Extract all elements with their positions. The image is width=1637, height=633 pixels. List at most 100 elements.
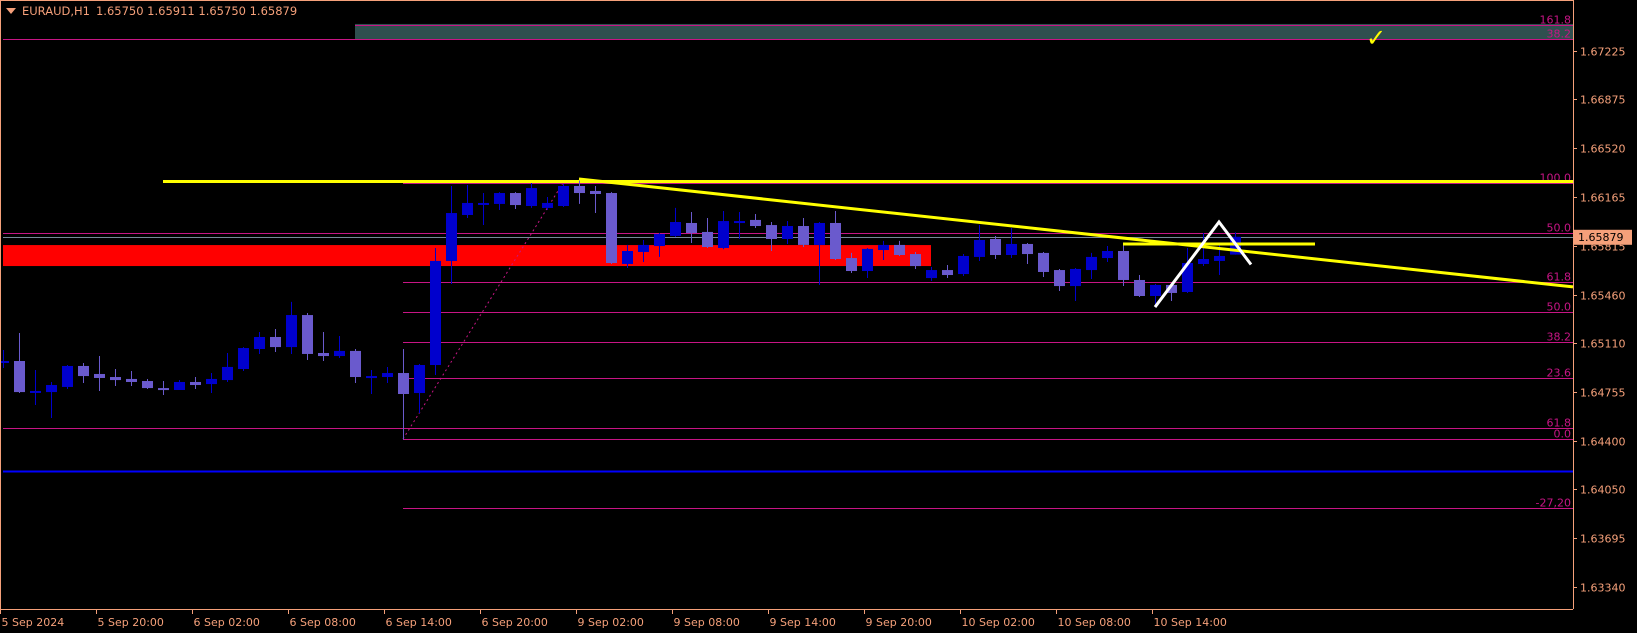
candle-body[interactable] <box>1070 268 1081 287</box>
candle-body[interactable] <box>1086 256 1097 271</box>
candle-body[interactable] <box>206 378 217 385</box>
candle-body[interactable] <box>1118 251 1129 280</box>
y-tick-label: 1.66165 <box>1580 192 1626 205</box>
candle-body[interactable] <box>478 202 489 205</box>
candle-body[interactable] <box>526 188 537 207</box>
candle-body[interactable] <box>158 388 169 391</box>
candle-body[interactable] <box>1102 251 1113 259</box>
candle-body[interactable] <box>990 238 1001 256</box>
candle-body[interactable] <box>142 381 153 389</box>
candle-body[interactable] <box>190 381 201 386</box>
candle-body[interactable] <box>414 365 425 394</box>
candle-body[interactable] <box>574 185 585 194</box>
candle-body[interactable] <box>910 254 921 267</box>
candle-body[interactable] <box>638 244 649 252</box>
x-tick-label: 6 Sep 14:00 <box>386 616 452 629</box>
x-tick-label: 6 Sep 08:00 <box>290 616 356 629</box>
y-tick-label: 1.67225 <box>1580 46 1626 59</box>
fib-level-label: -27,20 <box>1536 497 1571 510</box>
candle-body[interactable] <box>974 239 985 257</box>
candle-body[interactable] <box>222 366 233 381</box>
candle-body[interactable] <box>622 251 633 264</box>
candle-body[interactable] <box>494 193 505 204</box>
ohlc-readout: 1.65750 1.65911 1.65750 1.65879 <box>95 4 298 18</box>
y-tick-label: 1.66875 <box>1580 94 1626 107</box>
fib-level-label: 50.0 <box>1547 301 1572 314</box>
candle-body[interactable] <box>926 270 937 279</box>
x-tick-label: 9 Sep 02:00 <box>578 616 644 629</box>
candle-body[interactable] <box>270 336 281 348</box>
candle-body[interactable] <box>446 213 457 261</box>
price-chart[interactable]: 161.8100.061.850.038.223.60.0-27,2038.25… <box>0 0 1637 633</box>
y-tick-label: 1.66520 <box>1580 143 1626 156</box>
candle-body[interactable] <box>654 234 665 247</box>
candle-body[interactable] <box>334 350 345 357</box>
candle-body[interactable] <box>14 361 25 393</box>
red-zone[interactable] <box>3 245 931 267</box>
candle-body[interactable] <box>302 315 313 354</box>
candle-body[interactable] <box>1022 243 1033 255</box>
candle-body[interactable] <box>878 244 889 251</box>
candle-body[interactable] <box>1054 270 1065 287</box>
candle-body[interactable] <box>814 222 825 245</box>
candle-body[interactable] <box>350 350 361 378</box>
candle-body[interactable] <box>734 221 745 224</box>
candle-body[interactable] <box>1198 259 1209 264</box>
candle-body[interactable] <box>1006 243 1017 256</box>
candle-body[interactable] <box>318 353 329 357</box>
candle-body[interactable] <box>430 260 441 366</box>
candle-body[interactable] <box>590 190 601 194</box>
x-tick-label: 6 Sep 20:00 <box>482 616 548 629</box>
candle-body[interactable] <box>750 219 761 227</box>
candle-body[interactable] <box>30 390 41 393</box>
candle-body[interactable] <box>1134 279 1145 296</box>
candle-body[interactable] <box>62 365 73 387</box>
candle-body[interactable] <box>94 373 105 378</box>
candle-body[interactable] <box>830 222 841 260</box>
x-tick-label: 9 Sep 08:00 <box>674 616 740 629</box>
symbol-label: EURAUD,H1 <box>22 4 90 18</box>
candle-body[interactable] <box>78 365 89 377</box>
candle-body[interactable] <box>254 336 265 349</box>
candle-body[interactable] <box>174 381 185 390</box>
chart-header: EURAUD,H1 1.65750 1.65911 1.65750 1.6587… <box>6 4 297 18</box>
candle-body[interactable] <box>782 226 793 239</box>
candle-body[interactable] <box>286 315 297 348</box>
candle-body[interactable] <box>1038 252 1049 272</box>
candle-body[interactable] <box>894 244 905 256</box>
y-tick-label: 1.63340 <box>1580 582 1626 595</box>
candle-body[interactable] <box>942 270 953 276</box>
x-tick-label: 5 Sep 20:00 <box>98 616 164 629</box>
x-tick-label: 10 Sep 14:00 <box>1154 616 1227 629</box>
y-tick-label: 1.64050 <box>1580 484 1626 497</box>
candle-body[interactable] <box>238 348 249 370</box>
candle-body[interactable] <box>126 378 137 382</box>
candle-body[interactable] <box>1150 284 1161 296</box>
candle-body[interactable] <box>958 255 969 275</box>
candle-body[interactable] <box>382 373 393 378</box>
candle-body[interactable] <box>110 377 121 381</box>
candle-body[interactable] <box>398 373 409 394</box>
fib-level-label: 61.8 <box>1547 417 1572 430</box>
candle-body[interactable] <box>542 202 553 208</box>
candle-body[interactable] <box>1214 255 1225 261</box>
candle-body[interactable] <box>702 231 713 247</box>
candle-body[interactable] <box>46 385 57 393</box>
candle-body[interactable] <box>718 221 729 248</box>
candle-body[interactable] <box>670 222 681 236</box>
candle-body[interactable] <box>462 202 473 215</box>
candle-body[interactable] <box>366 376 377 379</box>
candle-body[interactable] <box>766 225 777 239</box>
candle-body[interactable] <box>0 361 9 364</box>
candle-body[interactable] <box>846 258 857 272</box>
candle-body[interactable] <box>686 222 697 234</box>
candle-body[interactable] <box>558 185 569 207</box>
teal-zone[interactable] <box>355 23 1573 39</box>
candle-body[interactable] <box>510 193 521 206</box>
triangle-down-icon[interactable] <box>6 8 16 14</box>
current-price-label: 1.65879 <box>1578 231 1624 244</box>
candle-body[interactable] <box>862 248 873 272</box>
x-tick-label: 5 Sep 2024 <box>2 616 65 629</box>
candle-body[interactable] <box>606 193 617 264</box>
candle-body[interactable] <box>798 226 809 245</box>
